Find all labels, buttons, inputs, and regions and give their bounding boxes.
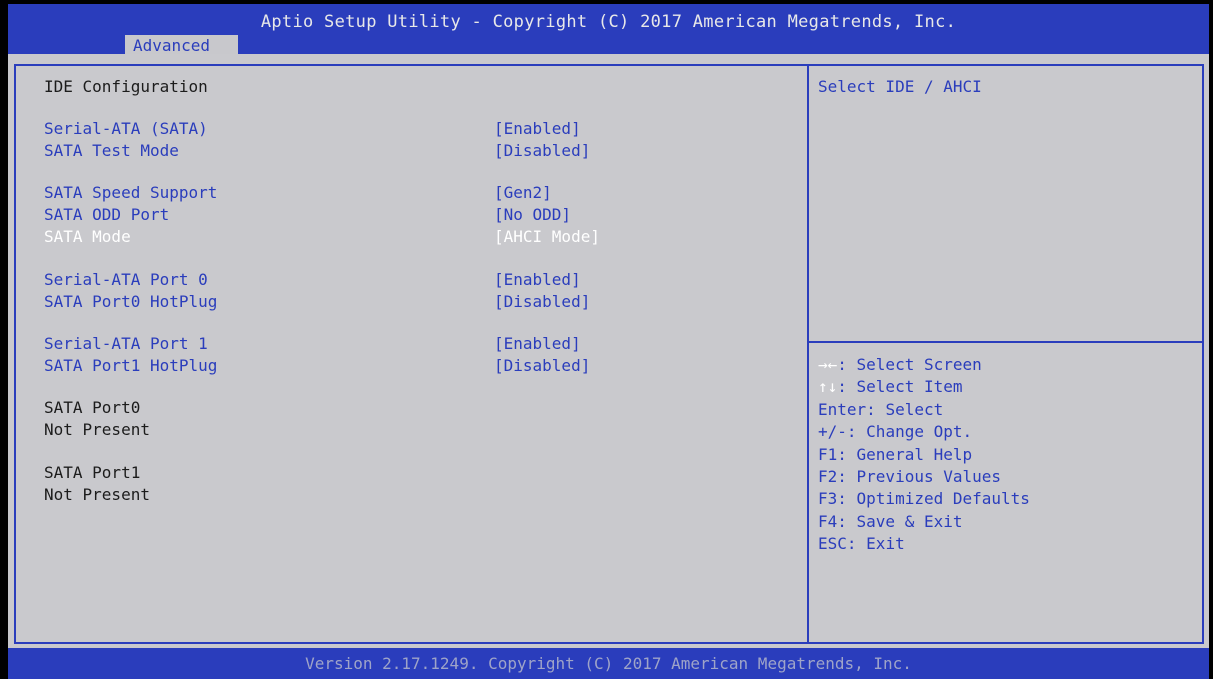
status-port1-label: SATA Port1 <box>44 463 141 482</box>
key-hint-select-screen: →←: Select Screen <box>818 355 982 374</box>
setting-value[interactable]: [Enabled] <box>494 118 581 140</box>
setting-serial-ata-port-1[interactable]: Serial-ATA Port 1 [Enabled] <box>44 333 784 355</box>
status-port0-value: Not Present <box>44 420 150 439</box>
header-bar: Aptio Setup Utility - Copyright (C) 2017… <box>8 4 1209 57</box>
setting-serial-ata[interactable]: Serial-ATA (SATA) [Enabled] <box>44 118 784 140</box>
setting-value[interactable]: [AHCI Mode] <box>494 226 600 248</box>
setting-value[interactable]: [Enabled] <box>494 333 581 355</box>
setting-value[interactable]: [Enabled] <box>494 269 581 291</box>
setting-label: SATA ODD Port <box>44 205 170 224</box>
arrows-left-right-icon: →← <box>818 355 838 374</box>
help-divider <box>809 341 1204 343</box>
setting-label: SATA Test Mode <box>44 141 179 160</box>
key-hint-enter: Enter: Select <box>818 399 944 419</box>
setting-sata-port1-hotplug[interactable]: SATA Port1 HotPlug [Disabled] <box>44 355 784 377</box>
setting-sata-odd-port[interactable]: SATA ODD Port [No ODD] <box>44 204 784 226</box>
setting-label: Serial-ATA Port 1 <box>44 334 208 353</box>
help-description: Select IDE / AHCI <box>818 77 982 96</box>
key-hint-change-opt: +/-: Change Opt. <box>818 422 973 442</box>
arrows-up-down-icon: ↑↓ <box>818 377 838 397</box>
main-panel: IDE Configuration Serial-ATA (SATA) [Ena… <box>8 54 1209 648</box>
key-hint-f1: F1: General Help <box>818 444 973 464</box>
page-title: IDE Configuration <box>44 77 208 96</box>
setting-value[interactable]: [Disabled] <box>494 355 590 377</box>
setting-sata-mode[interactable]: SATA Mode [AHCI Mode] <box>44 226 784 248</box>
setting-sata-speed-support[interactable]: SATA Speed Support [Gen2] <box>44 182 784 204</box>
footer-bar: Version 2.17.1249. Copyright (C) 2017 Am… <box>8 648 1209 679</box>
setting-serial-ata-port-0[interactable]: Serial-ATA Port 0 [Enabled] <box>44 269 784 291</box>
setting-sata-port0-hotplug[interactable]: SATA Port0 HotPlug [Disabled] <box>44 291 784 313</box>
key-legend: →←: Select Screen ↑↓: Select Item Enter:… <box>818 354 1030 556</box>
setting-value[interactable]: [Gen2] <box>494 182 552 204</box>
setting-label: SATA Port1 HotPlug <box>44 356 218 375</box>
version-text: Version 2.17.1249. Copyright (C) 2017 Am… <box>305 654 912 673</box>
key-hint-select-item: ↑↓: Select Item <box>818 377 963 397</box>
app-title: Aptio Setup Utility - Copyright (C) 2017… <box>260 12 957 32</box>
setting-sata-test-mode[interactable]: SATA Test Mode [Disabled] <box>44 140 784 162</box>
key-hint-f4: F4: Save & Exit <box>818 511 963 531</box>
setting-label: Serial-ATA Port 0 <box>44 270 208 289</box>
setting-value[interactable]: [No ODD] <box>494 204 571 226</box>
setting-label: SATA Mode <box>44 227 131 246</box>
setting-value[interactable]: [Disabled] <box>494 291 590 313</box>
key-hint-esc: ESC: Exit <box>818 534 905 554</box>
status-port0-label: SATA Port0 <box>44 398 141 417</box>
setting-label: SATA Port0 HotPlug <box>44 292 218 311</box>
key-hint-f3: F3: Optimized Defaults <box>818 489 1030 509</box>
key-hint-f2: F2: Previous Values <box>818 467 1002 487</box>
panel-divider <box>807 64 809 644</box>
setting-label: Serial-ATA (SATA) <box>44 119 208 138</box>
status-port1-value: Not Present <box>44 485 150 504</box>
setting-value[interactable]: [Disabled] <box>494 140 590 162</box>
setting-label: SATA Speed Support <box>44 183 218 202</box>
